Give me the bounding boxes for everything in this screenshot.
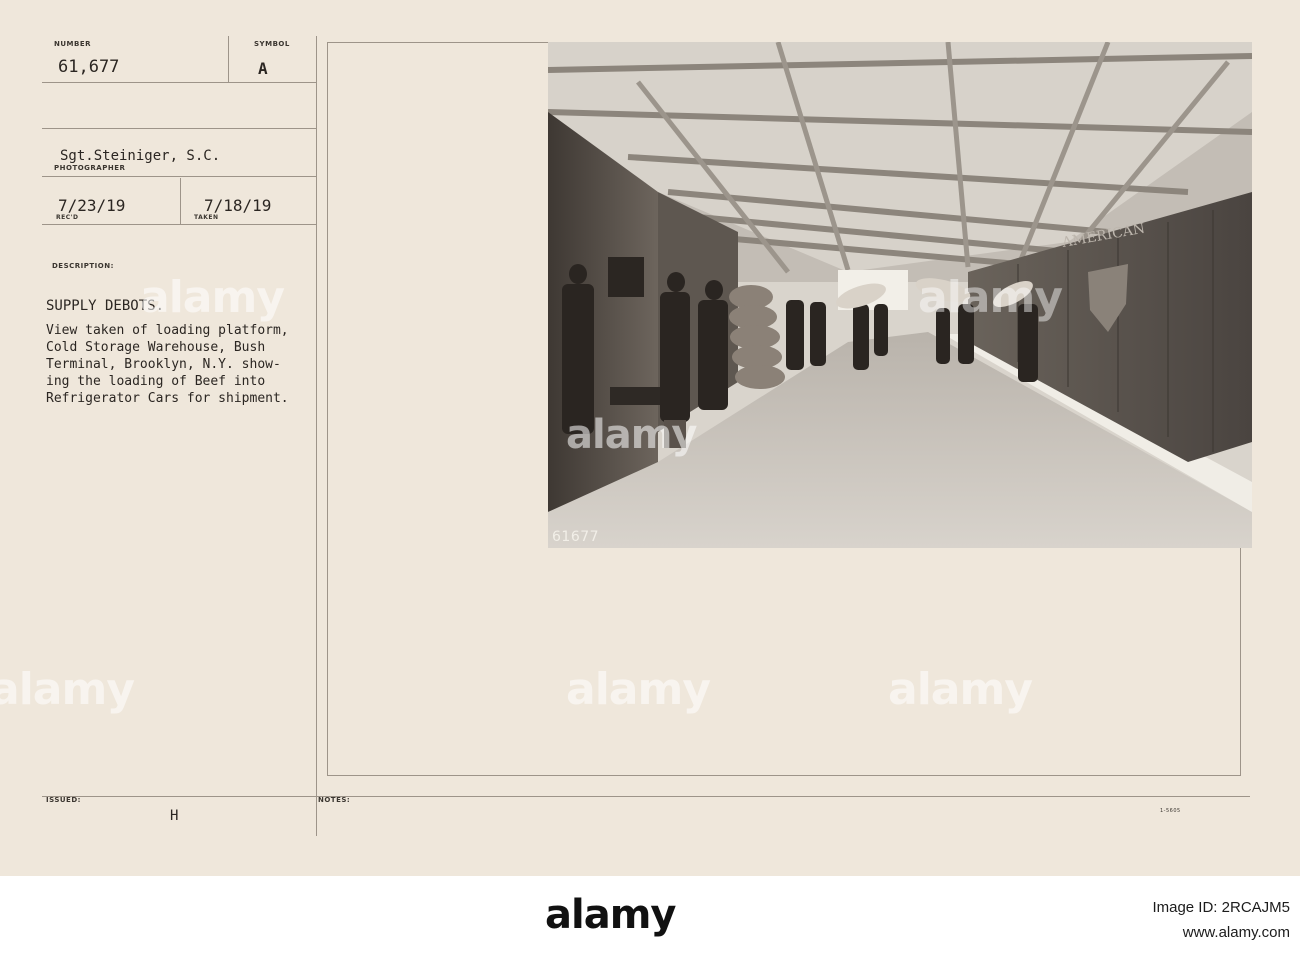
rule: [42, 176, 316, 177]
loading-platform-scene: AMERICAN: [548, 42, 1252, 548]
received-label: REC'D: [56, 214, 79, 221]
image-id: Image ID: 2RCAJM5: [1152, 899, 1290, 916]
rule: [42, 224, 316, 225]
rule: [228, 36, 229, 82]
stock-logo: alamy: [545, 892, 676, 938]
description-line: Refrigerator Cars for shipment.: [46, 391, 289, 406]
watermark: alamy: [566, 664, 711, 715]
photograph: AMERICAN 61677: [548, 42, 1252, 548]
watermark: alamy: [0, 664, 135, 715]
archival-card: NUMBER 61,677 SYMBOL A Sgt.Steiniger, S.…: [0, 0, 1300, 876]
rule: [180, 178, 181, 224]
watermark: alamy: [140, 272, 285, 323]
description-label: DESCRIPTION:: [52, 262, 114, 270]
description-line: Terminal, Brooklyn, N.Y. show-: [46, 357, 281, 372]
taken-date: 7/18/19: [204, 196, 272, 215]
rule: [42, 796, 1250, 797]
watermark: alamy: [566, 412, 697, 458]
issued-label: ISSUED:: [46, 796, 81, 804]
rule: [316, 36, 317, 836]
watermark: alamy: [918, 272, 1063, 323]
photographer-value: Sgt.Steiniger, S.C.: [60, 148, 221, 164]
form-code: 1-5605: [1160, 808, 1181, 814]
issued-value: H: [170, 808, 179, 824]
site-url: www.alamy.com: [1182, 923, 1290, 941]
photographer-label: PHOTOGRAPHER: [54, 164, 126, 172]
symbol-label: SYMBOL: [254, 40, 290, 48]
number-value: 61,677: [58, 57, 120, 77]
rule: [42, 128, 316, 129]
rule: [42, 82, 316, 83]
number-label: NUMBER: [54, 40, 92, 48]
notes-label: NOTES:: [318, 796, 351, 804]
taken-label: TAKEN: [194, 214, 219, 221]
symbol-value: A: [258, 59, 268, 78]
description-text: View taken of loading platform, Cold Sto…: [46, 322, 289, 407]
received-date: 7/23/19: [58, 196, 126, 215]
description-line: Cold Storage Warehouse, Bush: [46, 340, 266, 355]
description-line: View taken of loading platform,: [46, 323, 289, 338]
stock-info: Image ID: 2RCAJM5 www.alamy.com: [1040, 896, 1290, 946]
description-line: ing the loading of Beef into: [46, 374, 266, 389]
sack-stack: [729, 285, 785, 389]
negative-number: 61677: [552, 529, 600, 545]
watermark: alamy: [888, 664, 1033, 715]
